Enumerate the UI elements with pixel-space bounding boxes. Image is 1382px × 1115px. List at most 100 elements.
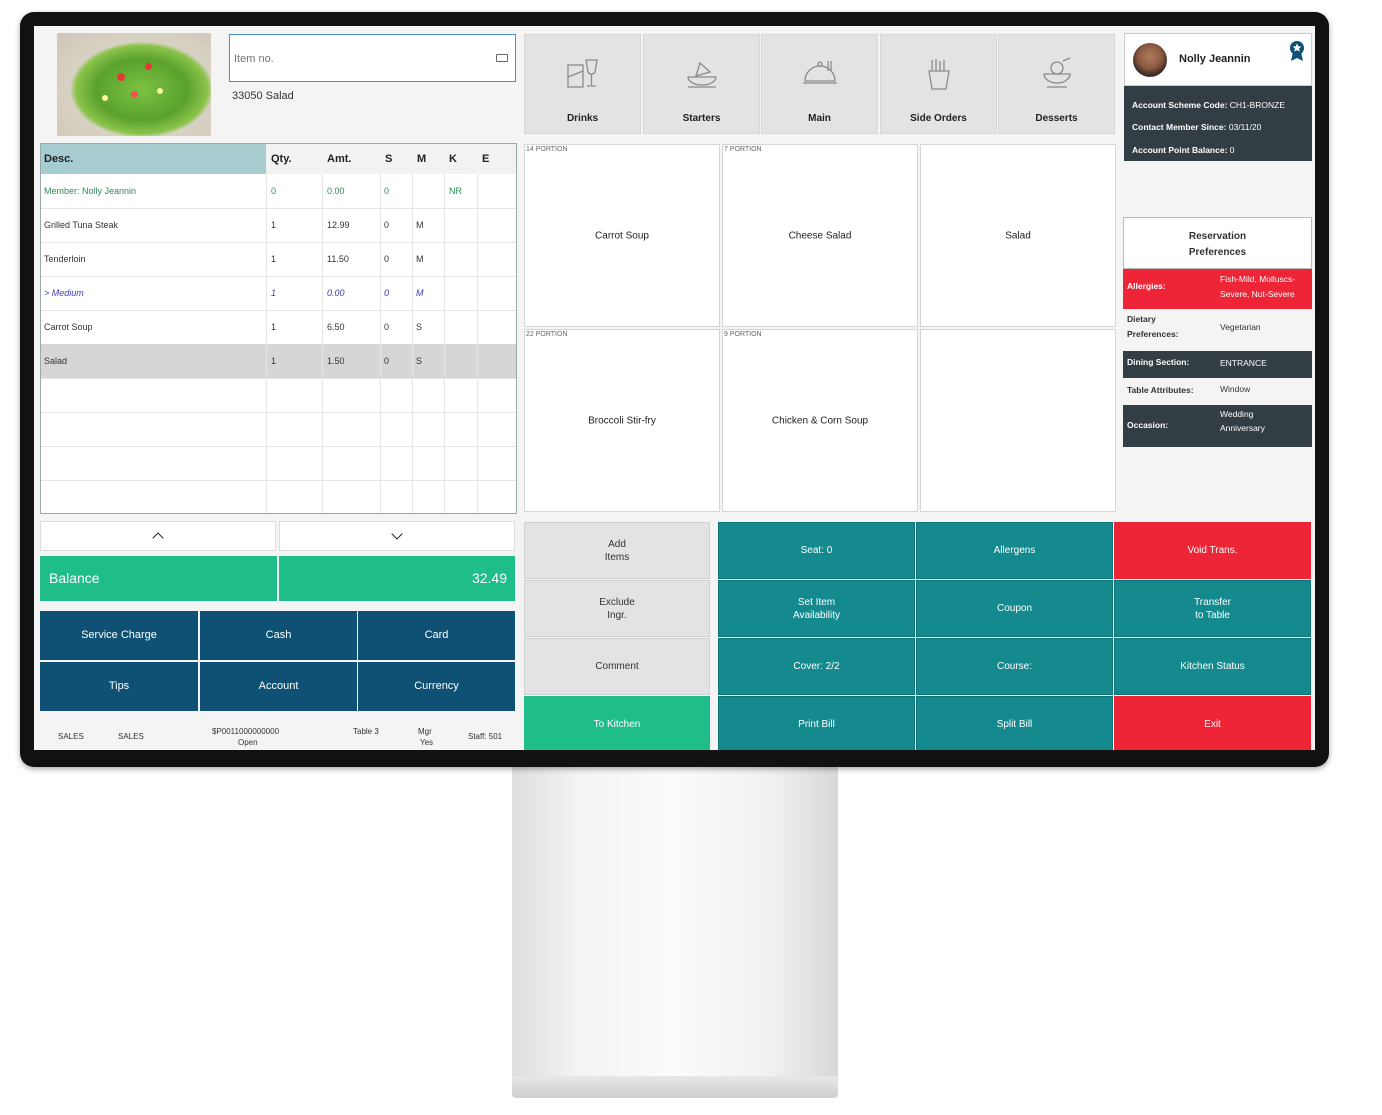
- loyalty-badge-icon: [1290, 41, 1304, 61]
- course-button[interactable]: Course:: [916, 638, 1113, 695]
- exclude-label-1: Exclude: [599, 596, 635, 608]
- row-qty: 0: [271, 186, 277, 196]
- allergies-label: Allergies:: [1127, 281, 1166, 291]
- scroll-down-button[interactable]: [279, 521, 515, 551]
- product-name: Chicken & Corn Soup: [771, 415, 869, 426]
- add-items-button[interactable]: Add Items: [524, 522, 710, 579]
- row-amt: 6.50: [327, 322, 345, 332]
- dietary-label-1: Dietary: [1127, 314, 1156, 324]
- points-value: 0: [1229, 145, 1235, 155]
- exclude-ingredients-button[interactable]: Exclude Ingr.: [524, 580, 710, 637]
- chevron-up-icon: [152, 532, 164, 544]
- allergens-button[interactable]: Allergens: [916, 522, 1113, 579]
- comment-button[interactable]: Comment: [524, 638, 710, 695]
- table-label: Table 3: [353, 727, 379, 736]
- transfer-to-table-button[interactable]: Transfer to Table: [1114, 580, 1311, 637]
- category-drinks[interactable]: Drinks: [524, 34, 641, 134]
- print-bill-button[interactable]: Print Bill: [718, 696, 915, 750]
- col-header-k[interactable]: K: [444, 144, 477, 174]
- category-label: Side Orders: [910, 113, 967, 124]
- row-m: S: [416, 356, 423, 366]
- scroll-up-button[interactable]: [40, 521, 276, 551]
- occasion-row: Occasion: Wedding Anniversary: [1123, 405, 1312, 447]
- reservation-title-1: Reservation: [1188, 231, 1247, 242]
- card-button[interactable]: Card: [358, 611, 515, 660]
- occasion-value-2: Anniversary: [1220, 423, 1265, 433]
- column-divider: [412, 174, 413, 513]
- set-availability-label-2: Availability: [792, 609, 841, 621]
- col-header-desc[interactable]: Desc.: [41, 144, 266, 174]
- product-carrot-soup[interactable]: 14 PORTION Carrot Soup: [524, 144, 720, 327]
- row-qty: 1: [271, 322, 277, 332]
- table-attributes-row: Table Attributes: Window: [1123, 378, 1312, 405]
- row-qty: 1: [271, 220, 277, 230]
- add-items-label-1: Add: [608, 538, 626, 550]
- row-s: 0: [384, 322, 390, 332]
- status-mode: SALES: [58, 732, 84, 741]
- col-header-e[interactable]: E: [477, 144, 516, 174]
- currency-button[interactable]: Currency: [358, 662, 515, 711]
- row-m: M: [416, 220, 424, 230]
- category-main[interactable]: Main: [761, 34, 878, 134]
- row-s: 0: [384, 254, 390, 264]
- manager-value: Yes: [420, 738, 434, 747]
- product-chicken-corn-soup[interactable]: 9 PORTION Chicken & Corn Soup: [722, 329, 918, 512]
- row-desc: Carrot Soup: [44, 322, 93, 332]
- column-divider: [444, 174, 445, 513]
- member-since-value: 03/11/20: [1228, 122, 1262, 132]
- avatar: [1133, 43, 1167, 77]
- member-name: Nolly Jeannin: [1179, 53, 1251, 65]
- to-kitchen-button[interactable]: To Kitchen: [524, 696, 710, 750]
- member-card: Nolly Jeannin Account Scheme Code: CH1-B…: [1124, 33, 1312, 161]
- row-m: S: [416, 322, 423, 332]
- points-label: Account Point Balance:: [1132, 145, 1228, 155]
- col-header-s[interactable]: S: [380, 144, 412, 174]
- row-m: M: [416, 254, 424, 264]
- kitchen-status-button[interactable]: Kitchen Status: [1114, 638, 1311, 695]
- row-desc: Member: Nolly Jeannin: [44, 186, 137, 196]
- transfer-label-1: Transfer: [1194, 596, 1231, 608]
- status-bar: SALES SALES $P0011000000000 Open Table 3…: [34, 716, 517, 750]
- category-starters[interactable]: Starters: [643, 34, 760, 134]
- product-salad[interactable]: Salad: [920, 144, 1116, 327]
- dietary-value: Vegetarian: [1220, 322, 1261, 332]
- selected-item-label: 33050 Salad: [232, 90, 294, 102]
- seat-button[interactable]: Seat: 0: [718, 522, 915, 579]
- balance-value: 32.49: [279, 556, 515, 601]
- column-divider: [322, 174, 323, 513]
- category-side-orders[interactable]: Side Orders: [880, 34, 997, 134]
- cash-button[interactable]: Cash: [200, 611, 357, 660]
- reservation-title-2: Preferences: [1188, 247, 1247, 258]
- item-number-field[interactable]: [229, 34, 516, 83]
- col-header-m[interactable]: M: [412, 144, 444, 174]
- split-bill-button[interactable]: Split Bill: [916, 696, 1113, 750]
- scheme-code-label: Account Scheme Code:: [1132, 100, 1228, 110]
- set-item-availability-button[interactable]: Set Item Availability: [718, 580, 915, 637]
- keyboard-icon[interactable]: [496, 54, 508, 62]
- coupon-button[interactable]: Coupon: [916, 580, 1113, 637]
- product-broccoli-stir-fry[interactable]: 22 PORTION Broccoli Stir-fry: [524, 329, 720, 512]
- portion-count: 14 PORTION: [526, 146, 568, 153]
- tips-button[interactable]: Tips: [40, 662, 198, 711]
- dessert-icon: [1042, 57, 1071, 88]
- service-charge-button[interactable]: Service Charge: [40, 611, 198, 660]
- product-cheese-salad[interactable]: 7 PORTION Cheese Salad: [722, 144, 918, 327]
- row-amt: 0.00: [327, 186, 345, 196]
- void-transaction-button[interactable]: Void Trans.: [1114, 522, 1311, 579]
- order-state: Open: [238, 738, 258, 747]
- manager-label: Mgr: [418, 727, 432, 736]
- row-s: 0: [384, 220, 390, 230]
- starters-icon: [686, 61, 717, 88]
- exit-button[interactable]: Exit: [1114, 696, 1311, 750]
- cover-button[interactable]: Cover: 2/2: [718, 638, 915, 695]
- dining-section-row: Dining Section: ENTRANCE: [1123, 351, 1312, 378]
- category-desserts[interactable]: Desserts: [998, 34, 1115, 134]
- item-number-input[interactable]: [230, 35, 496, 83]
- exclude-label-2: Ingr.: [607, 609, 627, 621]
- col-header-qty[interactable]: Qty.: [266, 144, 322, 174]
- account-button[interactable]: Account: [200, 662, 357, 711]
- product-name: Cheese Salad: [788, 230, 852, 241]
- pos-screen: 33050 Salad Desc. Qty. Amt. S M K E Memb…: [34, 26, 1315, 750]
- col-header-amt[interactable]: Amt.: [322, 144, 380, 174]
- dining-section-label: Dining Section:: [1127, 357, 1190, 367]
